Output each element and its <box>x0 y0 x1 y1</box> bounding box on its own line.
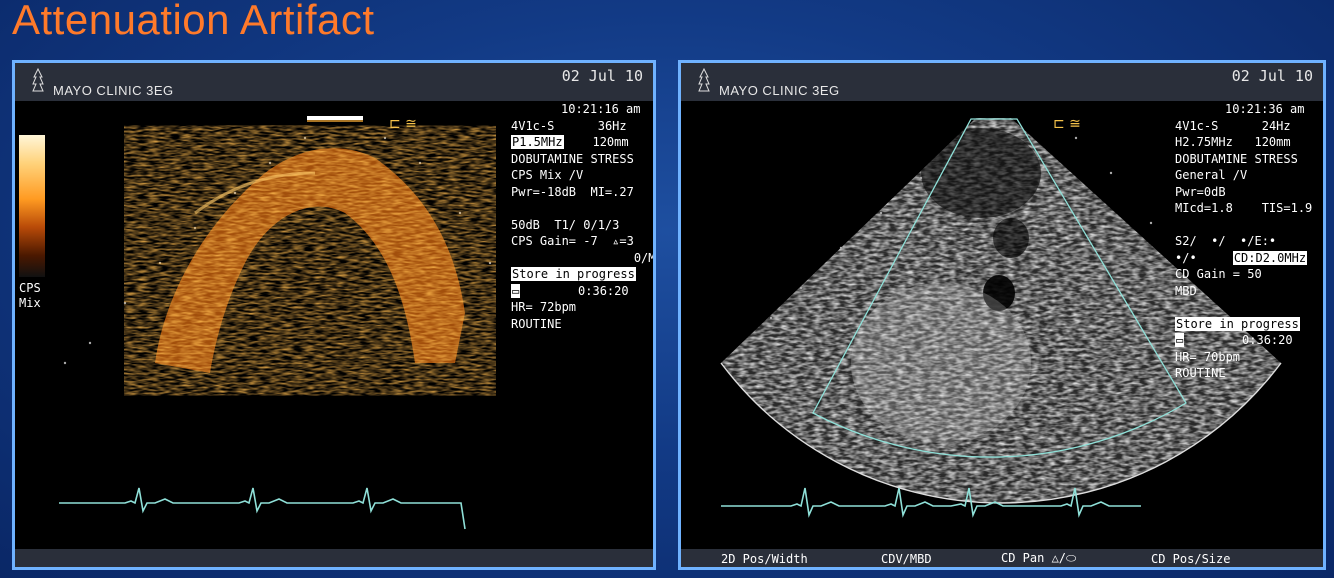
probe-orientation-icon: ⊏ ≅ <box>1053 116 1081 132</box>
depth: 120mm <box>1254 135 1291 149</box>
dynamic-range: 50dB T1/ 0/1/3 <box>511 217 620 232</box>
softkey-2d-pos-width[interactable]: 2D Pos/Width <box>721 552 808 566</box>
clock: 0:36:20 <box>1242 333 1293 347</box>
preset: CPS Mix /V <box>511 168 584 182</box>
heart-rate: HR= 72bpm <box>511 300 577 314</box>
frequency: P1.5MHz <box>511 135 564 149</box>
probe: 4V1c-S <box>1175 118 1219 133</box>
probe-orientation-icon: ⊏ ≅ <box>389 116 417 132</box>
cd-frequency: CD:D2.0MHz <box>1232 250 1308 265</box>
ecg-trace <box>59 487 466 530</box>
cps-gain: CPS Gain= -7 ▵=3 <box>511 234 634 248</box>
routine: ROUTINE <box>511 316 562 331</box>
store-status: Store in progress <box>1175 316 1300 331</box>
tape-icon: ▭ <box>511 283 521 298</box>
acquisition-info: 10:21:16 am 4V1c-S 36Hz P1.5MHz 120mm DO… <box>511 101 656 332</box>
mi-tis: MIcd=1.8 TIS=1.9 <box>1175 201 1313 215</box>
ultrasound-panel-right: MAYO CLINIC 3EG 02 Jul 10 ⊏ ≅ 10:21:36 a… <box>678 60 1326 570</box>
frequency: H2.75MHz <box>1175 135 1233 149</box>
exam-mode: DOBUTAMINE STRESS <box>1175 151 1298 166</box>
panel-footer <box>15 549 653 567</box>
preset: General /V <box>1175 168 1248 182</box>
exam-mode: DOBUTAMINE STRESS <box>511 151 634 166</box>
mbd: MBD <box>1175 283 1197 298</box>
frame-rate: 36Hz <box>597 118 627 133</box>
scale-label: CPS Mix <box>19 281 41 310</box>
routine: ROUTINE <box>1175 366 1226 380</box>
frame-rate: 24Hz <box>1261 118 1291 133</box>
time: 10:21:16 am <box>561 102 641 116</box>
probe: 4V1c-S <box>511 118 555 133</box>
clock: 0:36:20 <box>578 283 629 298</box>
ultrasound-panel-left: MAYO CLINIC 3EG 02 Jul 10 ⊏ ≅ CPS Mix 10… <box>12 60 656 570</box>
s2b-settings: •/• <box>1175 250 1197 265</box>
power: Pwr=-18dB MI=.27 <box>511 184 634 199</box>
cps-color-scale <box>19 135 45 277</box>
softkey-cd-pan[interactable]: CD Pan △/⬭ <box>1001 551 1076 566</box>
tape-icon: ▭ <box>1175 333 1185 347</box>
panel-footer: 2D Pos/Width CDV/MBD CD Pan △/⬭ CD Pos/S… <box>681 549 1323 567</box>
store-status: Store in progress <box>511 267 636 281</box>
softkey-cdv-mbd[interactable]: CDV/MBD <box>881 552 932 566</box>
depth: 120mm <box>592 135 629 149</box>
softkey-cd-pos-size[interactable]: CD Pos/Size <box>1151 552 1230 566</box>
time: 10:21:36 am <box>1225 102 1305 116</box>
s2-settings: S2/ •/ •/E:• <box>1175 234 1277 248</box>
slide-title: Attenuation Artifact <box>12 0 375 43</box>
cd-gain: CD Gain = 50 <box>1175 267 1262 281</box>
om: 0/M:2 <box>633 250 656 265</box>
heart-rate: HR= 70bpm <box>1175 349 1241 364</box>
power: Pwr=0dB <box>1175 184 1226 199</box>
acquisition-info: 10:21:36 am 4V1c-S 24Hz H2.75MHz 120mm D… <box>1175 101 1312 382</box>
